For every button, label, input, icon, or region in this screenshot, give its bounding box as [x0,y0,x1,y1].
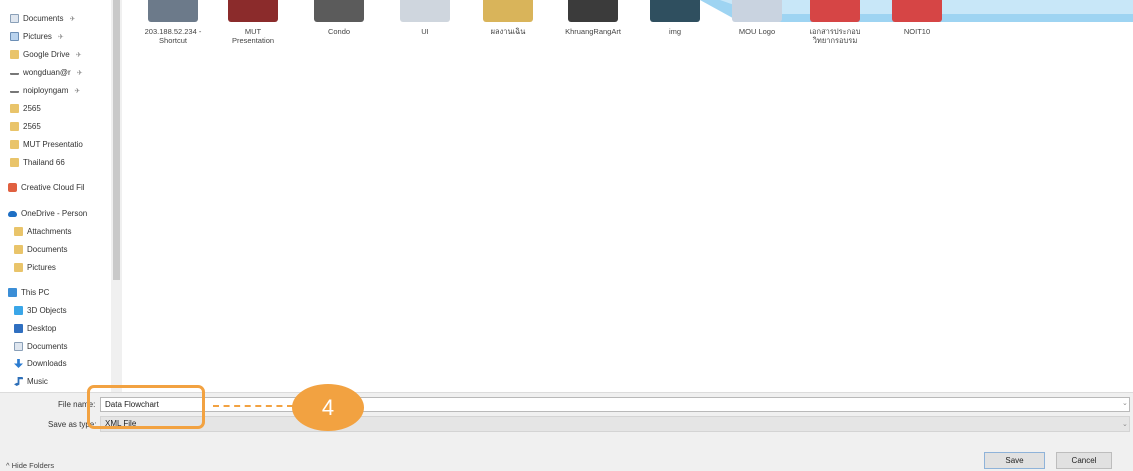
folder-icon [10,158,19,167]
nav-desktop[interactable]: Desktop [14,320,122,337]
folder-icon [14,245,23,254]
folder-thumbnail-icon [400,0,450,22]
folder-icon [10,140,19,149]
nav-this-pc[interactable]: This PC [8,284,116,301]
file-item[interactable]: UI [382,0,468,36]
pin-icon: ✈ [74,87,81,95]
pdf-file-icon [892,0,942,22]
chevron-down-icon[interactable]: ⌄ [1122,420,1128,428]
nav-thailand-66[interactable]: Thailand 66 [10,154,118,171]
step-number-badge: 4 [292,384,364,431]
folder-thumbnail-icon [483,0,533,22]
onedrive-cloud-icon [8,210,17,217]
navigation-pane: Documents ✈ Pictures ✈ Google Drive ✈ wongd… [0,0,122,392]
pin-icon: ✈ [75,51,82,59]
hide-folders-toggle[interactable]: ^ Hide Folders [6,461,54,470]
nav-google-drive[interactable]: Google Drive ✈ [10,46,118,63]
file-item[interactable]: Condo [296,0,382,36]
folder-thumbnail-icon [228,0,278,22]
sidebar-scrollbar[interactable]: ⌄ [111,0,122,392]
save-as-type-select[interactable]: XML File [100,416,1130,432]
desktop-icon [14,324,23,333]
file-item[interactable]: KhruangRangArt [550,0,636,36]
file-item[interactable]: 203.188.52.234 - Shortcut [130,0,216,45]
file-item[interactable]: MUT Presentation [210,0,296,45]
download-arrow-icon [14,359,23,368]
folder-thumbnail-icon [314,0,364,22]
file-item[interactable]: MOU Logo [714,0,800,36]
callout-connector [213,405,293,407]
folder-icon [10,104,19,113]
document-folder-icon [14,342,23,351]
cancel-button[interactable]: Cancel [1056,452,1112,469]
nav-onedrive-attachments[interactable]: Attachments [14,223,122,240]
nav-pc-documents[interactable]: Documents [14,338,122,355]
computer-icon [8,288,17,297]
highlight-box [87,385,205,429]
document-folder-icon [10,14,19,23]
nav-mut-presentation[interactable]: MUT Presentatio [10,136,118,153]
nav-folder-2565-a[interactable]: 2565 [10,100,118,117]
folder-thumbnail-icon [732,0,782,22]
nav-network-noiployngam[interactable]: noiployngam ✈ [10,82,118,99]
nav-onedrive-documents[interactable]: Documents [14,241,122,258]
pdf-file-icon [810,0,860,22]
network-drive-icon [10,70,19,75]
nav-documents[interactable]: Documents ✈ [10,10,118,27]
3d-objects-icon [14,306,23,315]
folder-icon [14,227,23,236]
folder-thumbnail-icon [650,0,700,22]
file-item[interactable]: เอกสารประกอบ วิทยากรอบรม [792,0,878,45]
scrollbar-thumb[interactable] [113,0,120,280]
pictures-folder-icon [10,32,19,41]
file-item[interactable]: img [632,0,718,36]
pin-icon: ✈ [57,33,64,41]
nav-onedrive[interactable]: OneDrive - Person [8,205,116,222]
pin-icon: ✈ [76,69,83,77]
nav-folder-2565-b[interactable]: 2565 [10,118,118,135]
file-item[interactable]: ผลงานเฉิน [465,0,551,36]
nav-pictures[interactable]: Pictures ✈ [10,28,118,45]
creative-cloud-icon [8,183,17,192]
file-list: 203.188.52.234 - Shortcut MUT Presentati… [130,0,1133,392]
file-item[interactable]: NOIT10 [874,0,960,36]
folder-icon [10,50,19,59]
shortcut-icon [148,0,198,22]
chevron-down-icon[interactable]: ⌄ [1122,399,1128,407]
nav-downloads[interactable]: Downloads [14,355,122,372]
folder-thumbnail-icon [568,0,618,22]
save-button[interactable]: Save [984,452,1045,469]
folder-icon [14,263,23,272]
nav-3d-objects[interactable]: 3D Objects [14,302,122,319]
folder-icon [10,122,19,131]
nav-creative-cloud[interactable]: Creative Cloud Fil [8,179,116,196]
music-note-icon [14,377,23,386]
pin-icon: ✈ [69,15,76,23]
nav-network-wongduan[interactable]: wongduan@r ✈ [10,64,118,81]
network-drive-icon [10,88,19,93]
nav-onedrive-pictures[interactable]: Pictures [14,259,122,276]
